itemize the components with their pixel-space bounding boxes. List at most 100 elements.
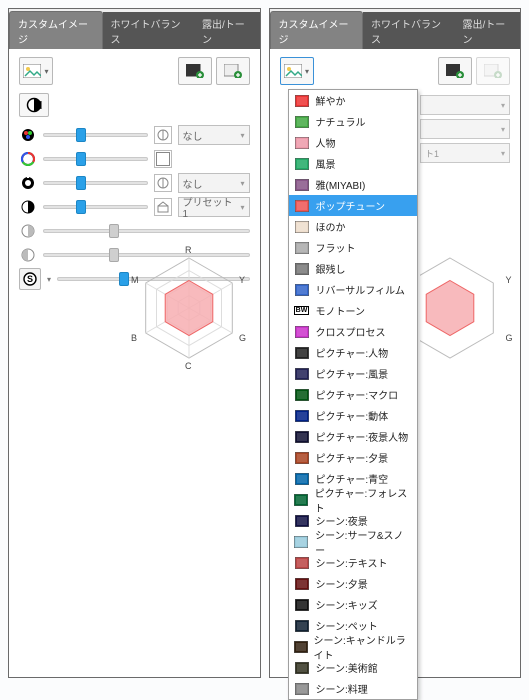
menu-item-label: ピクチャー:フォレスト	[315, 485, 412, 515]
menu-item[interactable]: リバーサルフィルム	[289, 279, 417, 300]
menu-item-label: シーン:夕景	[316, 576, 368, 591]
menu-item[interactable]: BWモノトーン	[289, 300, 417, 321]
picture-plus-icon	[186, 64, 204, 78]
contrast-slider[interactable]	[43, 200, 148, 214]
save-button[interactable]	[216, 57, 250, 85]
menu-item[interactable]: 鮮やか	[289, 90, 417, 111]
radar-label-y: Y	[506, 275, 512, 285]
key-swatch[interactable]	[154, 126, 172, 144]
tab-exposure-tone[interactable]: 露出/トーン	[194, 12, 259, 49]
pic-dusk-icon	[294, 450, 310, 466]
menu-item[interactable]: シーン:キッズ	[289, 594, 417, 615]
menu-item[interactable]: 人物	[289, 132, 417, 153]
scene-night-icon	[294, 513, 310, 529]
menu-item[interactable]: ピクチャー:夜景人物	[289, 426, 417, 447]
image-mode-menu[interactable]: 鮮やかナチュラル人物風景雅(MIYABI) ポップチューンほのかフラット銀残しリバ…	[288, 89, 418, 700]
chevron-down-icon[interactable]: ▾	[47, 275, 51, 284]
menu-item[interactable]: シーン:料理	[289, 678, 417, 699]
menu-item[interactable]: 風景	[289, 153, 417, 174]
menu-item-label: 風景	[316, 156, 336, 171]
menu-item-label: シーン:キッズ	[316, 597, 378, 612]
menu-item[interactable]: ピクチャー:夕景	[289, 447, 417, 468]
ginzan-icon	[294, 261, 310, 277]
menu-item[interactable]: 雅(MIYABI)	[289, 174, 417, 195]
menu-item-label: 鮮やか	[316, 93, 346, 108]
menu-item-label: ピクチャー:風景	[316, 366, 389, 381]
scene-pet-icon	[294, 618, 310, 634]
preset-select[interactable]: プリセット1	[178, 197, 250, 217]
menu-item[interactable]: クロスプロセス	[289, 321, 417, 342]
natural-icon	[294, 114, 310, 130]
radar-label-c: C	[185, 361, 192, 371]
save-button	[476, 57, 510, 85]
hue-slider[interactable]	[43, 152, 148, 166]
menu-item[interactable]: ほのか	[289, 216, 417, 237]
pic-night-icon	[294, 429, 310, 445]
panel-body-left: なし	[9, 49, 260, 299]
menu-item[interactable]: ポップチューン	[289, 195, 417, 216]
filter-select[interactable]: なし	[178, 173, 250, 193]
menu-item-label: ポップチューン	[316, 198, 386, 213]
contrast2-icon	[19, 222, 37, 240]
bg-select[interactable]	[420, 95, 510, 115]
saturation-icon	[19, 126, 37, 144]
tab-exposure-tone[interactable]: 露出/トーン	[455, 12, 520, 49]
radar-label-m: M	[131, 275, 139, 285]
flat-icon	[294, 240, 310, 256]
highlow-slider[interactable]	[43, 176, 148, 190]
pic-forest-icon	[294, 492, 309, 508]
menu-item-label: シーン:料理	[316, 681, 368, 696]
menu-item[interactable]: ピクチャー:風景	[289, 363, 417, 384]
tabbar: カスタムイメージ ホワイトバランス 露出/トーン	[270, 27, 521, 49]
image-mode-button[interactable]	[19, 57, 53, 85]
vivid-icon	[294, 93, 310, 109]
menu-item-label: 雅(MIYABI)	[316, 177, 366, 192]
menu-item[interactable]: フラット	[289, 237, 417, 258]
radar-label-r: R	[185, 245, 192, 255]
menu-item[interactable]: シーン:夕景	[289, 573, 417, 594]
menu-item[interactable]: ピクチャー:人物	[289, 342, 417, 363]
image-mode-button-open[interactable]	[280, 57, 314, 85]
contrast2-slider[interactable]	[43, 224, 250, 238]
menu-item-label: ピクチャー:動体	[316, 408, 389, 423]
scene-text-icon	[294, 555, 310, 571]
picture-save-icon	[484, 64, 502, 78]
saturation-slider[interactable]	[43, 128, 148, 142]
menu-item[interactable]: 銀残し	[289, 258, 417, 279]
menu-item[interactable]: ナチュラル	[289, 111, 417, 132]
tab-white-balance[interactable]: ホワイトバランス	[363, 12, 455, 49]
pic-land-icon	[294, 366, 310, 382]
register-button[interactable]	[438, 57, 472, 85]
menu-item[interactable]: ピクチャー:フォレスト	[289, 489, 417, 510]
tab-custom-image[interactable]: カスタムイメージ	[270, 11, 364, 49]
register-button[interactable]	[178, 57, 212, 85]
menu-item[interactable]: ピクチャー:マクロ	[289, 384, 417, 405]
svg-text:S: S	[27, 274, 33, 284]
tab-white-balance[interactable]: ホワイトバランス	[103, 12, 195, 49]
pic-sky-icon	[294, 471, 310, 487]
miyabi-icon	[294, 177, 310, 193]
contrast-icon	[19, 198, 37, 216]
scene-surf-icon	[294, 534, 310, 550]
tone-swatch[interactable]	[154, 150, 172, 168]
bg-select-3[interactable]: ト1	[420, 143, 510, 163]
key-select[interactable]: なし	[178, 125, 250, 145]
menu-item[interactable]: ピクチャー:動体	[289, 405, 417, 426]
menu-item-label: リバーサルフィルム	[316, 282, 405, 297]
radar-chart-bg: Y G	[420, 241, 520, 376]
tab-custom-image[interactable]: カスタムイメージ	[9, 11, 103, 49]
preset-swatch[interactable]	[154, 198, 172, 216]
picture-plus-icon	[446, 64, 464, 78]
menu-item-label: 人物	[316, 135, 336, 150]
filter-swatch[interactable]	[154, 174, 172, 192]
radar-label-g: G	[239, 333, 246, 343]
menu-item-label: ピクチャー:マクロ	[316, 387, 399, 402]
menu-item[interactable]: シーン:キャンドルライト	[289, 636, 417, 657]
poptune-icon	[294, 198, 310, 214]
preset-select-label: プリセット1	[183, 194, 238, 220]
bg-select-2[interactable]	[420, 119, 510, 139]
tone-button[interactable]	[19, 93, 49, 117]
menu-item-label: フラット	[316, 240, 356, 255]
sharpness-button[interactable]: S	[19, 268, 41, 290]
menu-item[interactable]: シーン:サーフ&スノー	[289, 531, 417, 552]
